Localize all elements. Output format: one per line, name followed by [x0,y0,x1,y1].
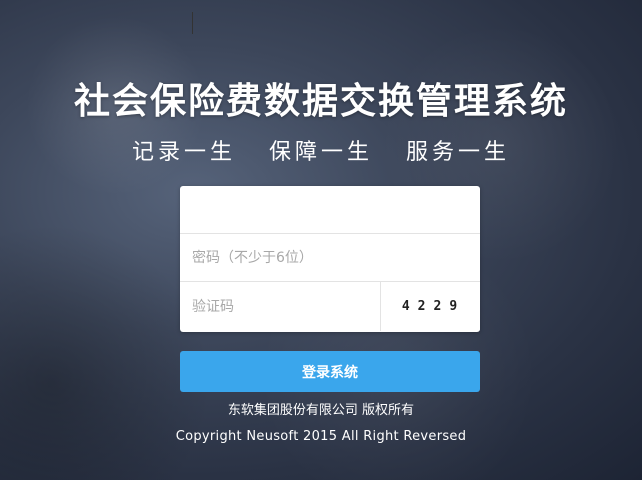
text-cursor [192,12,193,34]
password-input[interactable] [180,234,480,281]
company-notice: 东软集团股份有限公司 版权所有 [227,403,415,418]
username-row [180,186,480,234]
login-button[interactable]: 登录系统 [180,351,480,392]
username-input[interactable] [180,186,480,233]
page-title: 社会保险费数据交换管理系统 [73,81,568,122]
login-form: 4229 [180,186,480,332]
copyright-notice: Copyright Neusoft 2015 All Right Reverse… [175,429,467,444]
captcha-row: 4229 [180,282,480,331]
captcha-image[interactable]: 4229 [380,282,480,331]
slogan: 记录一生 保障一生 服务一生 [132,140,510,165]
captcha-input[interactable] [180,282,380,331]
password-row [180,234,480,282]
